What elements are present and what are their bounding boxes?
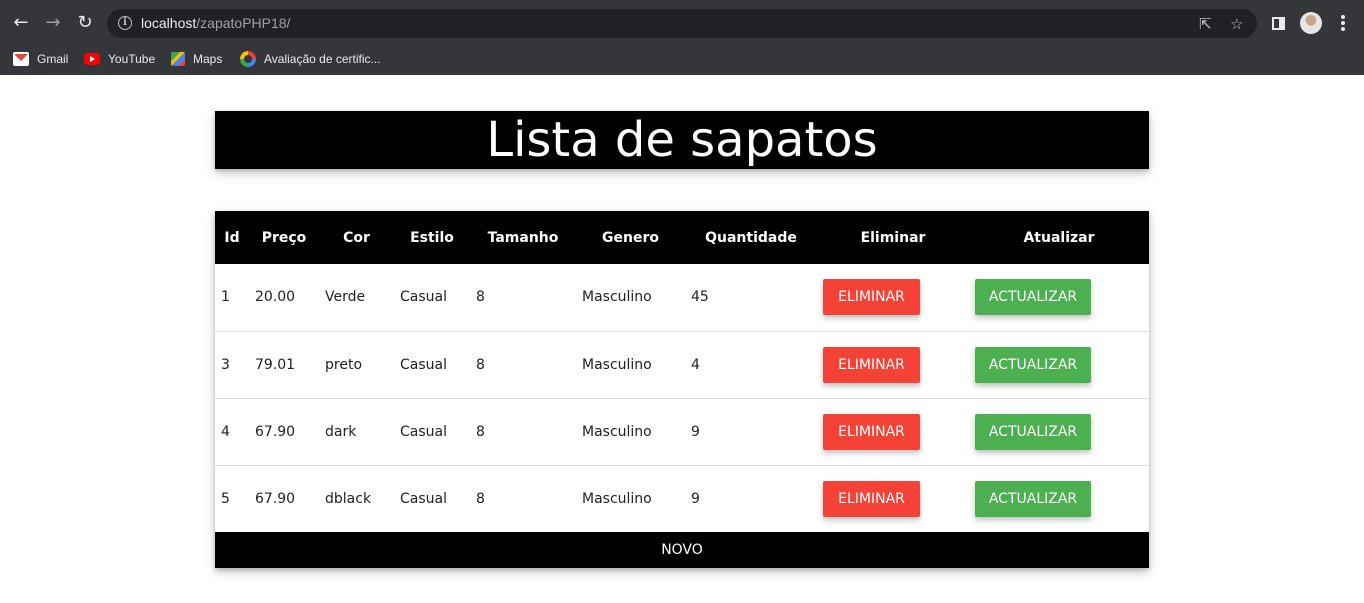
cell-genero: Masculino xyxy=(582,423,652,440)
bookmark-maps[interactable]: Maps xyxy=(171,49,222,69)
bookmark-star-icon[interactable]: ☆ xyxy=(1230,15,1243,33)
page-header: Lista de sapatos xyxy=(215,111,1149,169)
maps-icon xyxy=(171,52,185,66)
cell-id: 1 xyxy=(221,289,230,306)
shoes-table-card: Id Preço Cor Estilo Tamanho Genero Quant… xyxy=(215,211,1149,568)
cell-estilo: Casual xyxy=(400,289,447,306)
cell-atualizar: ACTUALIZAR xyxy=(969,331,1149,398)
cell-genero: Masculino xyxy=(582,356,652,373)
cell-cor: Verde xyxy=(325,289,366,306)
cell-preco: 79.01 xyxy=(255,356,296,373)
cell-tamanho: 8 xyxy=(476,289,485,306)
cell-id: 4 xyxy=(221,423,230,440)
update-button[interactable]: ACTUALIZAR xyxy=(975,480,1091,517)
column-header-id: Id xyxy=(224,229,240,246)
cell-estilo: Casual xyxy=(400,490,447,507)
cell-tamanho: 8 xyxy=(476,423,485,440)
browser-chrome: ← → ↻ i localhost/zapatoPHP18/ ⇱ ☆ Gmail… xyxy=(0,0,1364,75)
cell-quantidade: 45 xyxy=(691,289,709,306)
cell-preco: 20.00 xyxy=(255,289,296,306)
bookmark-gmail[interactable]: Gmail xyxy=(13,49,68,69)
cell-cor: preto xyxy=(325,356,363,373)
url-path: /zapatoPHP18/ xyxy=(196,15,291,31)
address-url[interactable]: localhost/zapatoPHP18/ xyxy=(141,15,290,31)
delete-button[interactable]: ELIMINAR xyxy=(823,346,920,383)
update-button[interactable]: ACTUALIZAR xyxy=(975,279,1091,316)
url-host: localhost xyxy=(141,15,197,31)
delete-button[interactable]: ELIMINAR xyxy=(823,480,920,517)
bookmarks-bar: Gmail YouTube Maps Avaliação de certific… xyxy=(0,46,1364,75)
bookmark-label: Maps xyxy=(193,52,223,66)
share-icon[interactable]: ⇱ xyxy=(1199,15,1212,33)
cell-quantidade: 9 xyxy=(691,423,700,440)
cell-tamanho: 8 xyxy=(476,356,485,373)
cell-cor: dark xyxy=(325,423,357,440)
delete-button[interactable]: ELIMINAR xyxy=(823,413,920,450)
delete-button[interactable]: ELIMINAR xyxy=(823,279,920,316)
page-title: Lista de sapatos xyxy=(486,112,878,168)
table-row: 4 67.90 dark Casual 8 Masculino 9 ELIMIN… xyxy=(215,398,1149,465)
cell-atualizar: ACTUALIZAR xyxy=(969,264,1149,331)
cell-quantidade: 9 xyxy=(691,490,700,507)
bookmark-label: Avaliação de certific... xyxy=(264,52,381,66)
column-header-tamanho: Tamanho xyxy=(487,229,559,246)
cell-estilo: Casual xyxy=(400,356,447,373)
browser-toolbar: ← → ↻ i localhost/zapatoPHP18/ ⇱ ☆ xyxy=(0,0,1364,46)
update-button[interactable]: ACTUALIZAR xyxy=(975,413,1091,450)
column-header-genero: Genero xyxy=(602,229,659,246)
update-button[interactable]: ACTUALIZAR xyxy=(975,346,1091,383)
column-header-preco: Preço xyxy=(261,229,307,246)
reload-icon[interactable]: ↻ xyxy=(74,12,96,34)
cell-preco: 67.90 xyxy=(255,490,296,507)
address-bar[interactable]: i localhost/zapatoPHP18/ ⇱ ☆ xyxy=(107,9,1257,38)
cell-eliminar: ELIMINAR xyxy=(817,465,969,532)
side-panel-icon[interactable] xyxy=(1272,17,1285,30)
profile-avatar[interactable] xyxy=(1300,12,1322,34)
table-row: 3 79.01 preto Casual 8 Masculino 4 ELIMI… xyxy=(215,331,1149,398)
cell-eliminar: ELIMINAR xyxy=(817,331,969,398)
column-header-eliminar: Eliminar xyxy=(860,229,926,246)
column-header-quantidade: Quantidade xyxy=(705,229,797,246)
bookmark-youtube[interactable]: YouTube xyxy=(84,49,155,69)
forward-arrow-icon[interactable]: → xyxy=(42,12,64,34)
gmail-icon xyxy=(13,52,29,66)
site-info-icon[interactable]: i xyxy=(118,16,132,30)
menu-kebab-icon[interactable] xyxy=(1341,15,1345,33)
cell-estilo: Casual xyxy=(400,423,447,440)
cell-id: 3 xyxy=(221,356,230,373)
cell-preco: 67.90 xyxy=(255,423,296,440)
table-row: 1 20.00 Verde Casual 8 Masculino 45 ELIM… xyxy=(215,264,1149,331)
cell-quantidade: 4 xyxy=(691,356,700,373)
bookmark-label: YouTube xyxy=(108,52,156,66)
cell-genero: Masculino xyxy=(582,490,652,507)
table-row: 5 67.90 dblack Casual 8 Masculino 9 ELIM… xyxy=(215,465,1149,532)
cell-id: 5 xyxy=(221,490,230,507)
cell-genero: Masculino xyxy=(582,289,652,306)
column-header-estilo: Estilo xyxy=(410,229,454,246)
column-header-atualizar: Atualizar xyxy=(1023,229,1095,246)
bookmark-certificate[interactable]: Avaliação de certific... xyxy=(240,49,381,69)
cell-eliminar: ELIMINAR xyxy=(817,264,969,331)
shoes-table: Id Preço Cor Estilo Tamanho Genero Quant… xyxy=(215,211,1149,533)
google-icon xyxy=(240,51,256,67)
back-arrow-icon[interactable]: ← xyxy=(10,12,32,34)
column-header-cor: Cor xyxy=(343,229,370,246)
cell-eliminar: ELIMINAR xyxy=(817,398,969,465)
cell-tamanho: 8 xyxy=(476,490,485,507)
youtube-icon xyxy=(84,53,100,65)
bookmark-label: Gmail xyxy=(37,52,69,66)
new-button[interactable]: NOVO xyxy=(215,532,1149,568)
cell-atualizar: ACTUALIZAR xyxy=(969,398,1149,465)
cell-atualizar: ACTUALIZAR xyxy=(969,465,1149,532)
table-header-row: Id Preço Cor Estilo Tamanho Genero Quant… xyxy=(215,211,1149,264)
cell-cor: dblack xyxy=(325,490,372,507)
